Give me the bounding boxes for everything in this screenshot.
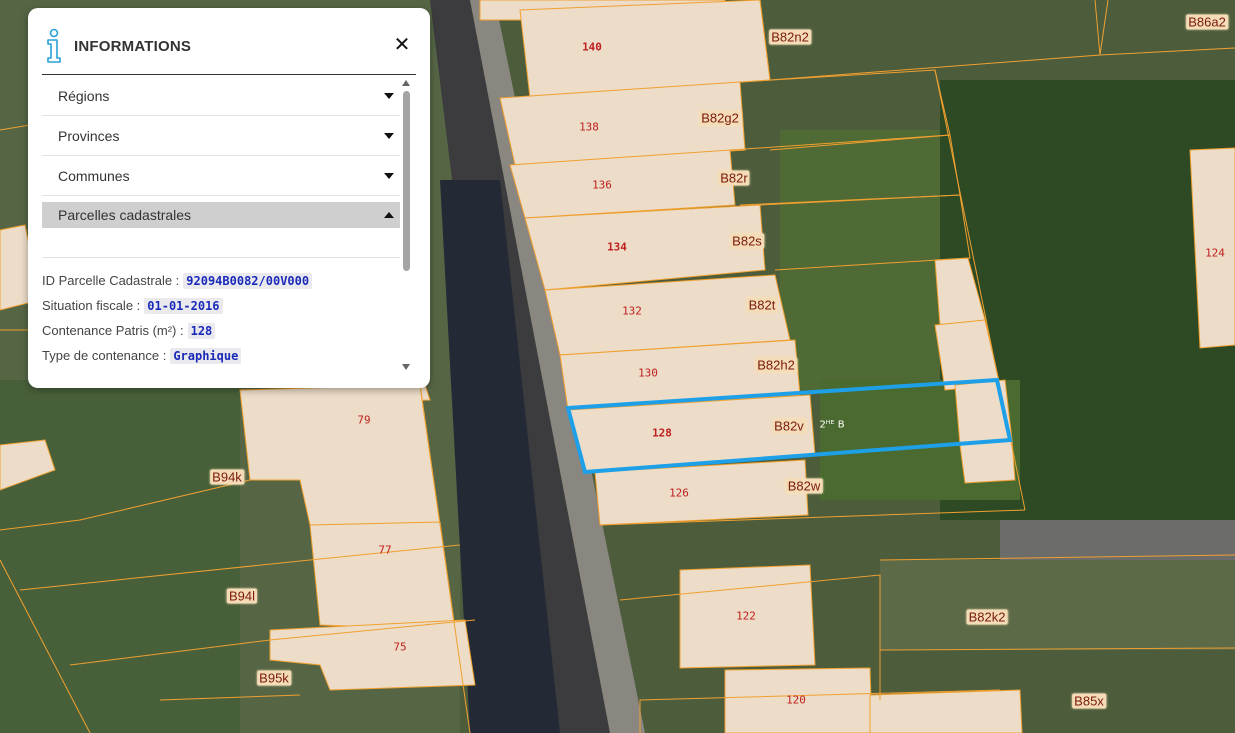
info-icon [42, 28, 66, 64]
panel-scrollbar[interactable] [401, 80, 411, 370]
caret-down-icon [384, 172, 394, 179]
field-label: Type de contenance : [42, 348, 167, 363]
parcel-label: B82k2 [966, 609, 1008, 625]
house-number-label: 136 [592, 178, 612, 192]
caret-down-icon [384, 92, 394, 99]
accordion-provinces[interactable]: Provinces [42, 116, 400, 156]
house-number-label: 79 [357, 413, 371, 427]
field-value: Graphique [170, 347, 242, 364]
house-number-label: 140 [582, 40, 602, 54]
panel-body: Régions Provinces Communes Parcelles cad… [42, 76, 400, 376]
caret-down-icon [384, 132, 394, 139]
parcel-label: B94k [210, 469, 244, 485]
parcel-label: B82g2 [699, 110, 741, 126]
house-number-label: 75 [393, 640, 407, 654]
accordion-label: Provinces [58, 127, 120, 144]
scroll-down-icon[interactable] [402, 364, 410, 370]
map-annotation: 2ᴴᴱ B [819, 419, 845, 431]
field-area: Contenance Patris (m²) : 128 [42, 318, 400, 343]
parcel-label: B86a2 [1186, 14, 1228, 30]
field-area-type: Type de contenance : Graphique [42, 343, 400, 368]
field-value: 92094B0082/00V000 [183, 272, 313, 289]
house-number-label: 138 [579, 120, 599, 134]
panel-header: INFORMATIONS ✕ [42, 18, 416, 75]
parcel-label: B82h2 [755, 357, 797, 373]
field-value: 01-01-2016 [144, 297, 223, 314]
field-label: ID Parcelle Cadastrale : [42, 273, 180, 288]
house-number-label: 120 [786, 693, 806, 707]
accordion-regions[interactable]: Régions [42, 76, 400, 116]
parcel-details: ID Parcelle Cadastrale : 92094B0082/00V0… [42, 258, 400, 368]
house-number-label: 126 [669, 486, 689, 500]
divider [42, 228, 400, 258]
house-number-label: 128 [652, 426, 672, 440]
field-value: 128 [187, 322, 216, 339]
house-number-label: 132 [622, 304, 642, 318]
close-button[interactable]: ✕ [392, 34, 412, 54]
house-number-label: 134 [607, 240, 627, 254]
parcel-label: B94l [226, 588, 258, 604]
parcel-label: B82w [785, 478, 823, 494]
info-panel: INFORMATIONS ✕ Régions Provinces Commune… [28, 8, 430, 388]
accordion-label: Communes [58, 167, 130, 184]
field-parcel-id: ID Parcelle Cadastrale : 92094B0082/00V0… [42, 268, 400, 293]
field-label: Situation fiscale : [42, 298, 141, 313]
accordion-communes[interactable]: Communes [42, 156, 400, 196]
accordion-parcelles-cadastrales[interactable]: Parcelles cadastrales [42, 202, 400, 228]
parcel-label: B82r [718, 170, 750, 186]
caret-up-icon [384, 212, 394, 218]
parcel-label: B82t [746, 297, 778, 313]
field-fiscal-situation: Situation fiscale : 01-01-2016 [42, 293, 400, 318]
field-label: Contenance Patris (m²) : [42, 323, 184, 338]
house-number-label: 124 [1205, 246, 1225, 260]
panel-title: INFORMATIONS [74, 37, 192, 55]
accordion-label: Parcelles cadastrales [58, 207, 192, 223]
scroll-up-icon[interactable] [402, 80, 410, 86]
parcel-label: B95k [257, 670, 291, 686]
parcel-label: B85x [1072, 693, 1106, 709]
scroll-thumb[interactable] [403, 91, 410, 271]
house-number-label: 122 [736, 609, 756, 623]
parcel-label: B82n2 [769, 29, 811, 45]
house-number-label: 130 [638, 366, 658, 380]
parcel-label: B82v [772, 418, 806, 434]
house-number-label: 77 [378, 543, 392, 557]
parcel-label: B82s [730, 233, 764, 249]
accordion-label: Régions [58, 87, 110, 104]
